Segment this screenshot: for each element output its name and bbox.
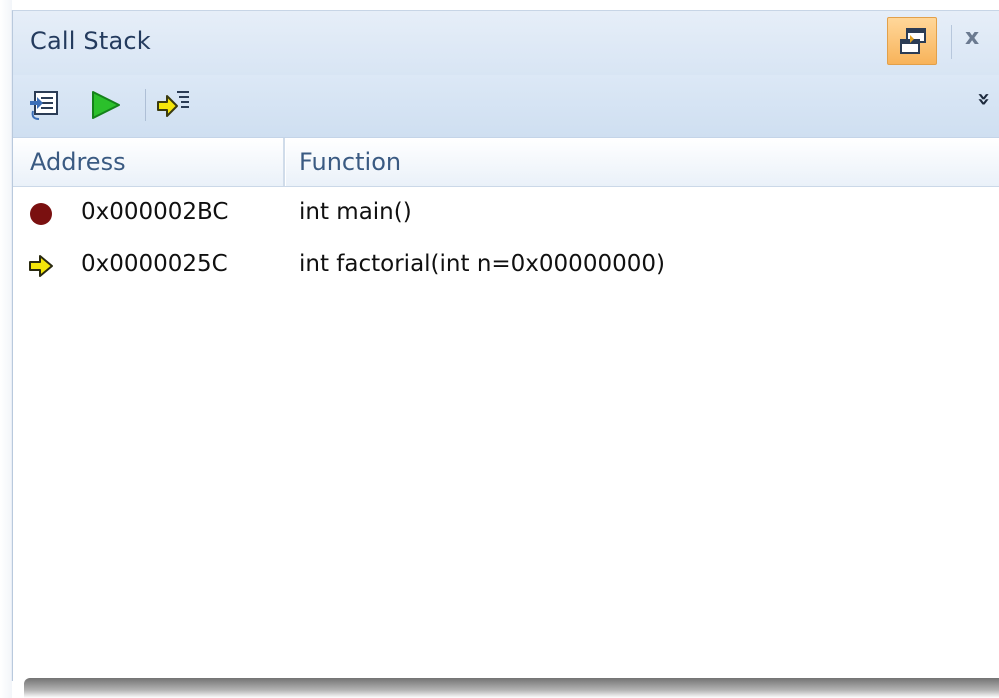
step-frame-icon bbox=[157, 91, 189, 117]
function-cell: int factorial(int n=0x00000000) bbox=[299, 251, 665, 277]
address-cell: 0x000002BC bbox=[81, 199, 229, 225]
call-stack-window: Call Stack x » Address Function 0x000002… bbox=[12, 10, 999, 681]
window-position-icon bbox=[900, 28, 926, 54]
close-button[interactable]: x bbox=[965, 25, 999, 59]
window-shadow bbox=[24, 678, 999, 698]
breakpoint-icon bbox=[30, 203, 52, 225]
show-source-icon bbox=[30, 91, 58, 120]
table-row[interactable]: 0x0000025C int factorial(int n=0x0000000… bbox=[13, 239, 999, 291]
step-frame-button[interactable] bbox=[155, 87, 191, 123]
toolbar: » bbox=[13, 75, 999, 138]
address-cell: 0x0000025C bbox=[81, 251, 228, 277]
toolbar-separator bbox=[145, 89, 146, 121]
pin-window-button[interactable] bbox=[887, 17, 937, 65]
call-stack-list: 0x000002BC int main() 0x0000025C int fac… bbox=[13, 187, 999, 291]
column-header-function[interactable]: Function bbox=[299, 148, 401, 176]
column-header-row: Address Function bbox=[13, 138, 999, 187]
show-source-button[interactable] bbox=[27, 87, 63, 123]
run-to-frame-button[interactable] bbox=[89, 87, 125, 123]
left-edge bbox=[0, 0, 12, 698]
table-row[interactable]: 0x000002BC int main() bbox=[13, 187, 999, 239]
current-frame-arrow-icon bbox=[29, 255, 53, 277]
column-header-address[interactable]: Address bbox=[30, 148, 126, 176]
window-title: Call Stack bbox=[30, 27, 151, 55]
column-resize-handle[interactable] bbox=[283, 138, 286, 186]
title-separator bbox=[951, 25, 952, 59]
function-cell: int main() bbox=[299, 199, 412, 225]
title-bar: Call Stack x bbox=[13, 11, 999, 75]
toolbar-overflow-button[interactable]: » bbox=[966, 92, 996, 116]
run-to-frame-icon bbox=[92, 91, 120, 119]
